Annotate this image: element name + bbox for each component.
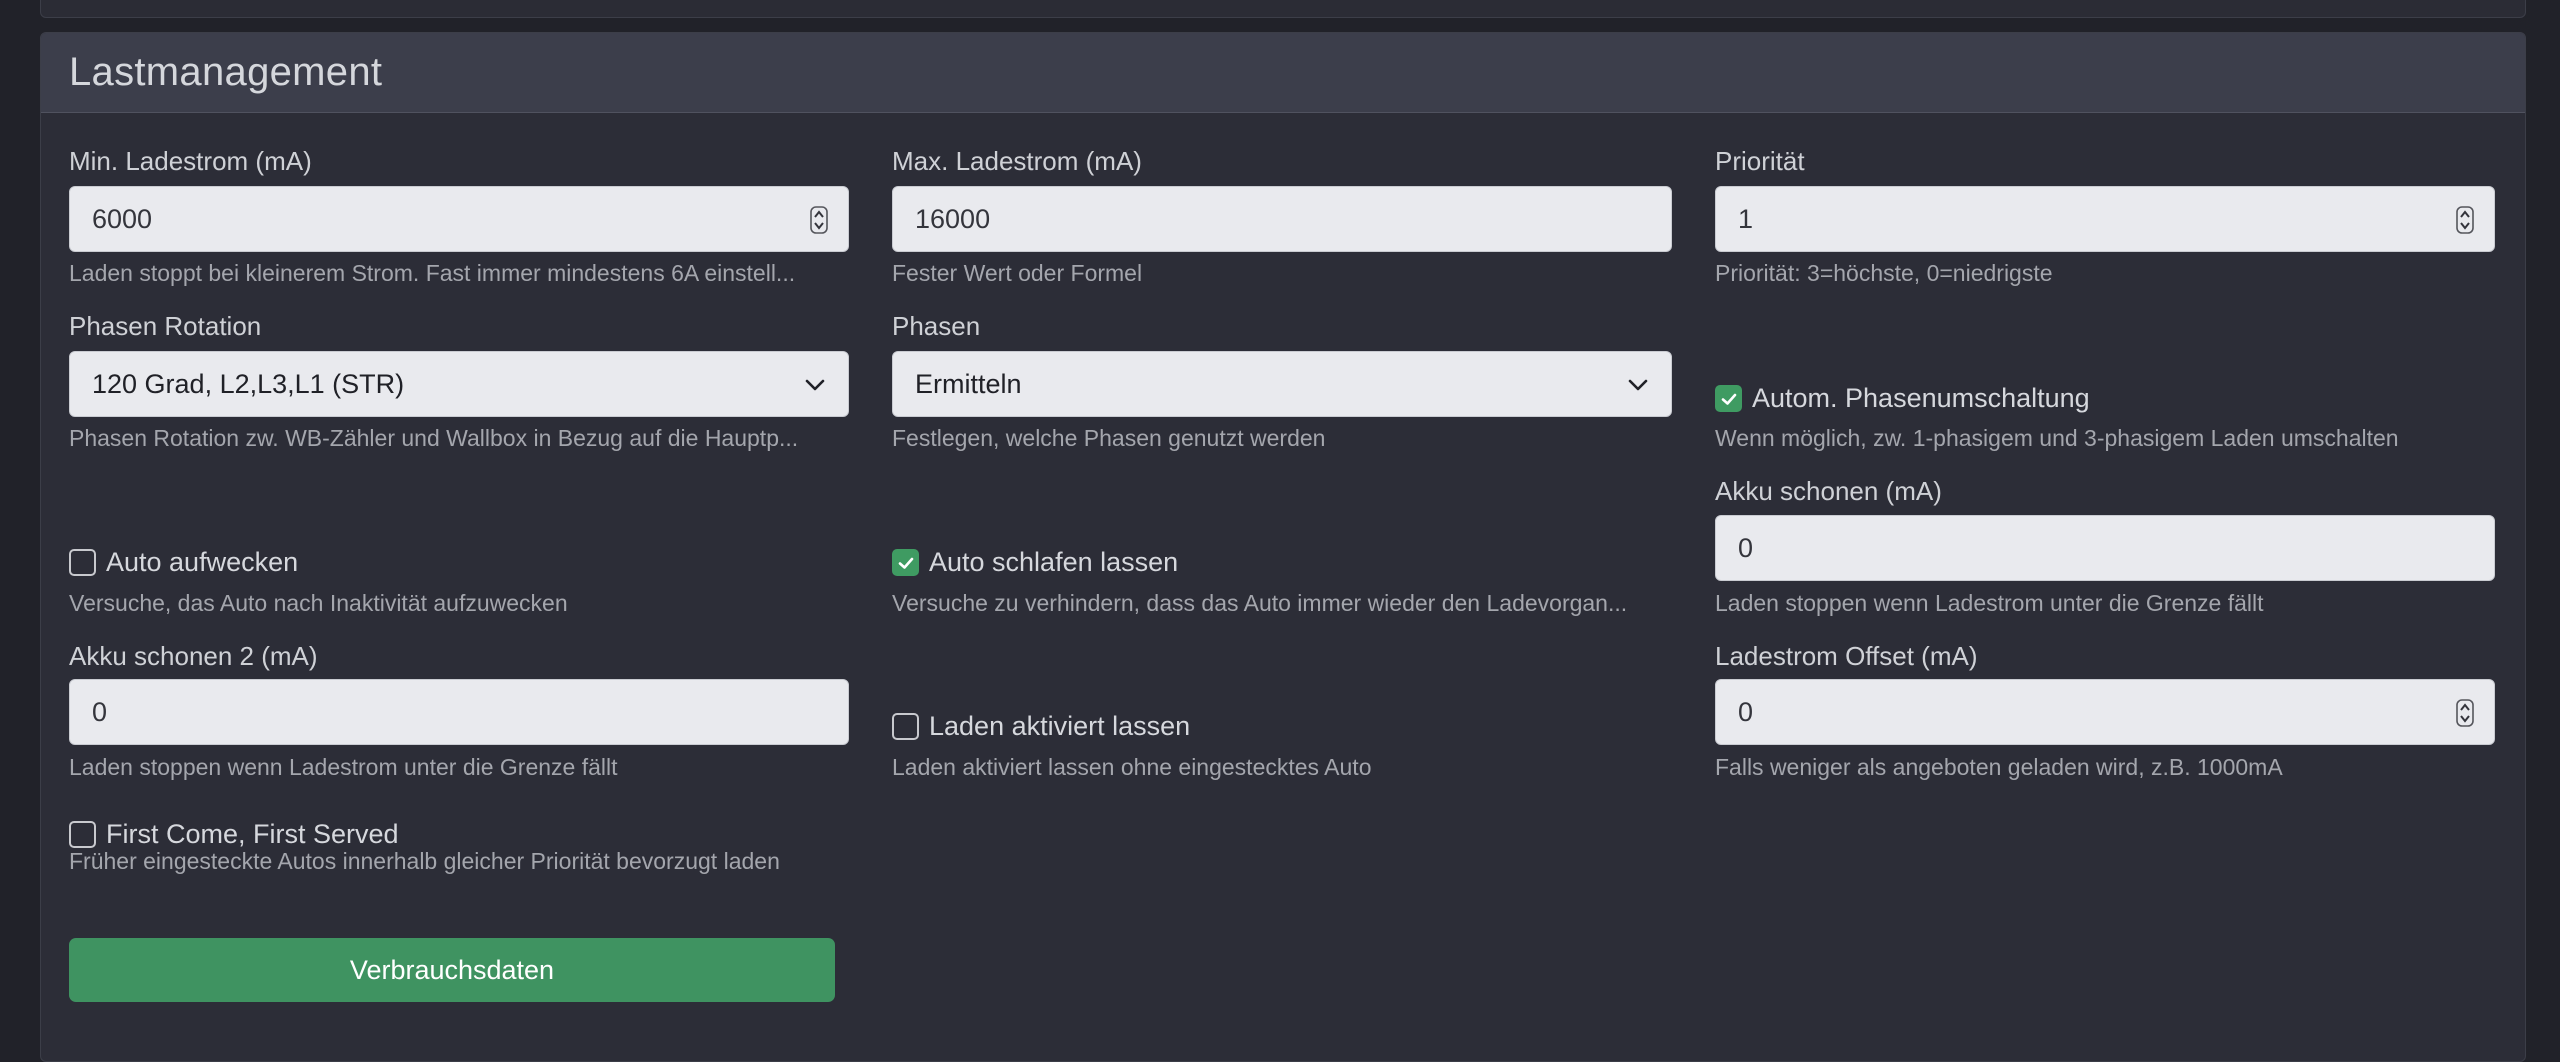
ladestrom-offset-help: Falls weniger als angeboten geladen wird… — [1715, 754, 2283, 780]
min-ladestrom-input[interactable]: 6000 — [69, 186, 849, 252]
phasen-rotation-label: Phasen Rotation — [69, 311, 262, 341]
laden-aktiviert-checkbox[interactable] — [892, 713, 919, 740]
akku-schonen-2-input[interactable]: 0 — [69, 679, 849, 745]
phasen-value: Ermitteln — [915, 368, 1022, 399]
prioritaet-help: Priorität: 3=höchste, 0=niedrigste — [1715, 260, 2053, 286]
ladestrom-offset-input[interactable]: 0 — [1715, 679, 2495, 745]
autom-phasenumschaltung-checkbox[interactable] — [1715, 385, 1742, 412]
auto-schlafen-checkbox[interactable] — [892, 549, 919, 576]
akku-schonen-help: Laden stoppen wenn Ladestrom unter die G… — [1715, 590, 2264, 616]
min-ladestrom-label: Min. Ladestrom (mA) — [69, 146, 312, 176]
max-ladestrom-label: Max. Ladestrom (mA) — [892, 146, 1142, 176]
chevron-down-icon — [1628, 379, 1648, 391]
akku-schonen-input[interactable]: 0 — [1715, 515, 2495, 581]
auto-schlafen-help: Versuche zu verhindern, dass das Auto im… — [892, 590, 1628, 616]
first-come-checkbox[interactable] — [69, 821, 96, 848]
phasen-rotation-help: Phasen Rotation zw. WB-Zähler und Wallbo… — [69, 425, 799, 451]
prioritaet-input[interactable]: 1 — [1715, 186, 2495, 252]
max-ladestrom-help: Fester Wert oder Formel — [892, 260, 1143, 286]
autom-phasenumschaltung-help: Wenn möglich, zw. 1-phasigem und 3-phasi… — [1715, 425, 2399, 451]
first-come-help: Früher eingesteckte Autos innerhalb glei… — [69, 848, 780, 874]
max-ladestrom-input[interactable]: 16000 — [892, 186, 1672, 252]
akku-schonen-label: Akku schonen (mA) — [1715, 476, 1942, 506]
phasen-help: Festlegen, welche Phasen genutzt werden — [892, 425, 1326, 451]
min-ladestrom-value: 6000 — [92, 203, 153, 234]
card-header: Lastmanagement — [41, 33, 2525, 113]
akku-schonen-2-value: 0 — [92, 696, 108, 727]
auto-aufwecken-row[interactable]: Auto aufwecken — [69, 547, 298, 578]
autom-phasenumschaltung-row[interactable]: Autom. Phasenumschaltung — [1715, 383, 2090, 414]
max-ladestrom-value: 16000 — [915, 203, 991, 234]
first-come-row[interactable]: First Come, First Served — [69, 819, 399, 850]
auto-aufwecken-help: Versuche, das Auto nach Inaktivität aufz… — [69, 590, 568, 616]
akku-schonen-2-help: Laden stoppen wenn Ladestrom unter die G… — [69, 754, 618, 780]
auto-aufwecken-label: Auto aufwecken — [106, 547, 299, 577]
ladestrom-offset-value: 0 — [1738, 696, 1754, 727]
prioritaet-label: Priorität — [1715, 146, 1805, 176]
prioritaet-value: 1 — [1738, 203, 1754, 234]
spinner-arrows-icon[interactable] — [810, 206, 828, 234]
first-come-label: First Come, First Served — [106, 819, 399, 849]
ladestrom-offset-label: Ladestrom Offset (mA) — [1715, 641, 1978, 671]
auto-aufwecken-checkbox[interactable] — [69, 549, 96, 576]
check-icon — [898, 557, 913, 569]
check-icon — [1721, 393, 1736, 405]
akku-schonen-value: 0 — [1738, 532, 1754, 563]
lastmanagement-card: Lastmanagement Min. Ladestrom (mA) 6000 … — [40, 32, 2526, 1062]
phasen-label: Phasen — [892, 311, 981, 341]
spinner-arrows-icon[interactable] — [2456, 699, 2474, 727]
phasen-rotation-select[interactable]: 120 Grad, L2,L3,L1 (STR) — [69, 351, 849, 417]
chevron-down-icon — [805, 379, 825, 391]
verbrauchsdaten-button[interactable]: Verbrauchsdaten — [69, 938, 835, 1002]
auto-schlafen-row[interactable]: Auto schlafen lassen — [892, 547, 1178, 578]
autom-phasenumschaltung-label: Autom. Phasenumschaltung — [1752, 383, 2090, 413]
min-ladestrom-help: Laden stoppt bei kleinerem Strom. Fast i… — [69, 260, 796, 286]
previous-card — [40, 0, 2526, 18]
laden-aktiviert-label: Laden aktiviert lassen — [929, 711, 1191, 741]
laden-aktiviert-row[interactable]: Laden aktiviert lassen — [892, 711, 1190, 742]
auto-schlafen-label: Auto schlafen lassen — [929, 547, 1179, 577]
laden-aktiviert-help: Laden aktiviert lassen ohne eingesteckte… — [892, 754, 1372, 780]
spinner-arrows-icon[interactable] — [2456, 206, 2474, 234]
akku-schonen-2-label: Akku schonen 2 (mA) — [69, 641, 318, 671]
card-title: Lastmanagement — [69, 50, 383, 94]
phasen-rotation-value: 120 Grad, L2,L3,L1 (STR) — [92, 368, 405, 399]
phasen-select[interactable]: Ermitteln — [892, 351, 1672, 417]
